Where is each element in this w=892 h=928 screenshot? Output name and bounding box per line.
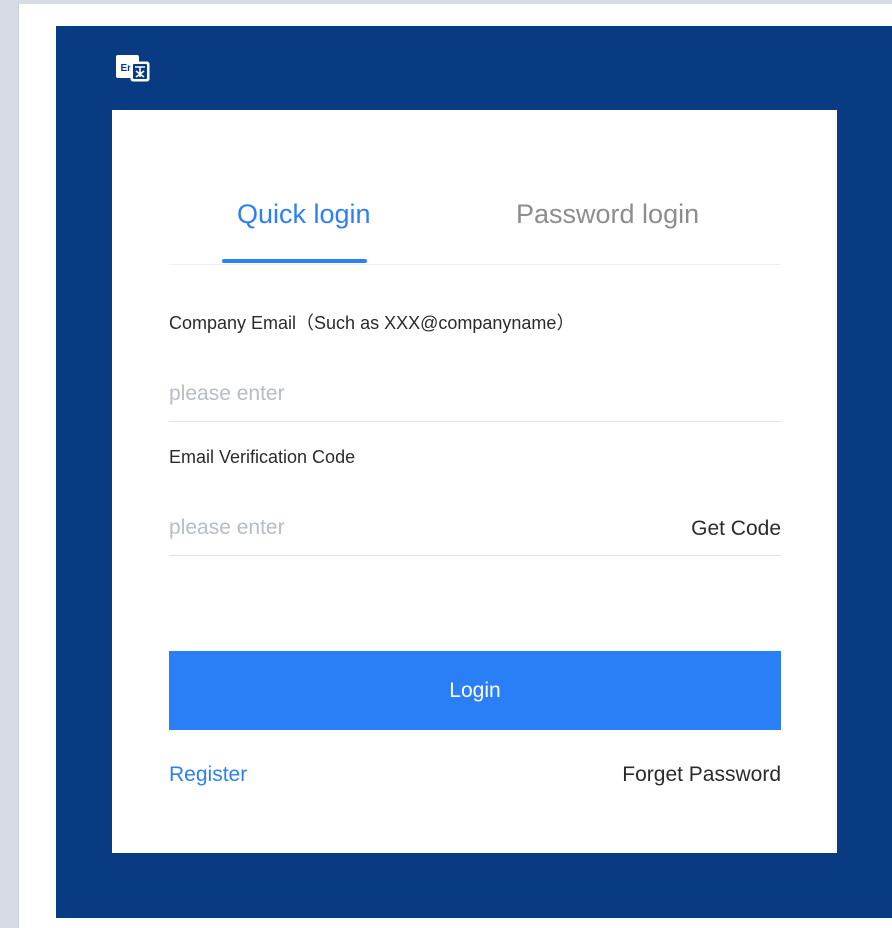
tab-quick-login[interactable]: Quick login	[237, 198, 371, 230]
tab-password-login[interactable]: Password login	[516, 198, 699, 230]
login-card: Quick login Password login Company Email…	[112, 110, 837, 853]
email-verification-code-input[interactable]	[169, 503, 619, 553]
active-tab-indicator	[222, 259, 367, 263]
header-panel: En Quick login Password login Company Em…	[56, 26, 892, 918]
email-verification-code-label: Email Verification Code	[169, 447, 356, 467]
company-email-input[interactable]	[169, 369, 619, 419]
login-button[interactable]: Login	[169, 651, 781, 730]
email-verification-code-field: Get Code	[169, 503, 781, 556]
forget-password-link[interactable]: Forget Password	[622, 762, 781, 788]
translate-language-icon[interactable]: En	[113, 52, 151, 86]
company-email-field	[169, 369, 781, 422]
company-email-label: Company Email（Such as XXX@companyname）	[169, 313, 575, 333]
register-link[interactable]: Register	[169, 762, 247, 788]
get-code-button[interactable]: Get Code	[691, 516, 781, 542]
login-tabs: Quick login Password login	[169, 110, 781, 265]
app-window: En Quick login Password login Company Em…	[18, 4, 892, 928]
